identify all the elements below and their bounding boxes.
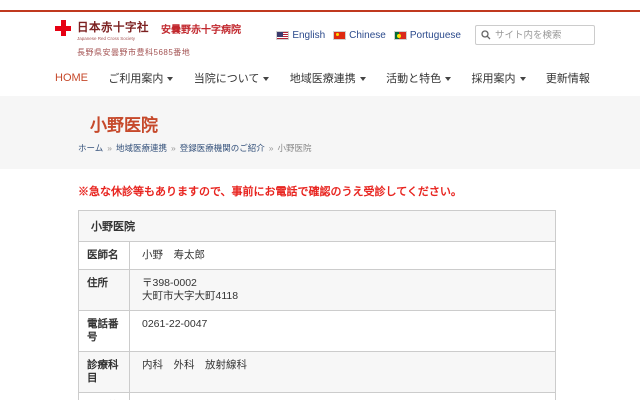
- breadcrumb-link-registered-clinics[interactable]: 登録医療機関のご紹介: [180, 143, 265, 153]
- table-row: 診療科目 内科 外科 放射線科: [79, 352, 556, 393]
- top-strip: [0, 0, 640, 10]
- language-label: Chinese: [349, 30, 386, 41]
- chevron-down-icon: [263, 77, 269, 81]
- clinic-table-title: 小野医院: [79, 211, 556, 242]
- breadcrumb-current: 小野医院: [277, 143, 311, 153]
- main-nav: HOME ご利用案内 当院について 地域医療連携 活動と特色 採用案内 更新情報: [0, 62, 640, 96]
- street-address: 大町市大字大町4118: [142, 290, 543, 303]
- hospital-name: 安曇野赤十字病院: [161, 21, 241, 36]
- nav-label: 活動と特色: [386, 70, 441, 86]
- postal-code: 〒398-0002: [142, 277, 543, 290]
- table-row: 小野医院: [79, 211, 556, 242]
- china-flag-icon: [333, 31, 346, 40]
- row-label-weekly-schedule: 週間診療表: [79, 393, 130, 400]
- row-value-address: 〒398-0002 大町市大字大町4118: [130, 270, 556, 311]
- chevron-down-icon: [445, 77, 451, 81]
- breadcrumb: ホーム»地域医療連携»登録医療機関のご紹介»小野医院: [78, 142, 640, 154]
- row-label-departments: 診療科目: [79, 352, 130, 393]
- row-value-departments: 内科 外科 放射線科: [130, 352, 556, 393]
- nav-label: 当院について: [194, 70, 260, 86]
- main-content: ※急な休診等もありますので、事前にお電話で確認のうえ受診してください。 小野医院…: [0, 169, 640, 400]
- weekly-schedule-cell: 月 火 水 木 金 土: [130, 393, 556, 400]
- chevron-down-icon: [520, 77, 526, 81]
- nav-item-recruit[interactable]: 採用案内: [472, 70, 526, 86]
- row-value-doctor: 小野 寿太郎: [130, 242, 556, 270]
- table-row: 週間診療表 月 火 水 木 金 土: [79, 393, 556, 400]
- language-link-chinese[interactable]: Chinese: [333, 30, 386, 41]
- table-row: 住所 〒398-0002 大町市大字大町4118: [79, 270, 556, 311]
- breadcrumb-separator: »: [107, 143, 112, 153]
- hospital-address: 長野県安曇野市豊科5685番地: [77, 47, 241, 58]
- row-label-phone: 電話番号: [79, 311, 130, 352]
- org-name: 日本赤十字社: [77, 19, 149, 35]
- search-input[interactable]: [495, 30, 589, 41]
- nav-item-about[interactable]: 当院について: [194, 70, 270, 86]
- table-row: 電話番号 0261-22-0047: [79, 311, 556, 352]
- nav-item-activities[interactable]: 活動と特色: [386, 70, 451, 86]
- red-cross-logo-icon: [55, 20, 71, 36]
- breadcrumb-link-home[interactable]: ホーム: [78, 143, 103, 153]
- site-header: 日本赤十字社 Japanese Red Cross Society 安曇野赤十字…: [0, 12, 640, 62]
- site-search: [475, 25, 595, 45]
- nav-item-updates[interactable]: 更新情報: [546, 70, 590, 86]
- language-label: English: [292, 30, 325, 41]
- nav-item-home[interactable]: HOME: [55, 72, 88, 84]
- nav-label: ご利用案内: [108, 70, 163, 86]
- page-title-band: 小野医院 ホーム»地域医療連携»登録医療機関のご紹介»小野医院: [0, 96, 640, 169]
- breadcrumb-link-regional[interactable]: 地域医療連携: [116, 143, 167, 153]
- nav-item-regional-medical[interactable]: 地域医療連携: [290, 70, 366, 86]
- chevron-down-icon: [167, 77, 173, 81]
- nav-label: 更新情報: [546, 70, 590, 86]
- notice-text: ※急な休診等もありますので、事前にお電話で確認のうえ受診してください。: [78, 183, 640, 199]
- language-label: Portuguese: [410, 30, 461, 41]
- search-icon: [481, 30, 491, 40]
- nav-label: 採用案内: [472, 70, 516, 86]
- breadcrumb-separator: »: [269, 143, 274, 153]
- site-logo[interactable]: 日本赤十字社 Japanese Red Cross Society 安曇野赤十字…: [55, 19, 241, 58]
- row-value-phone: 0261-22-0047: [130, 311, 556, 352]
- nav-item-guide[interactable]: ご利用案内: [108, 70, 173, 86]
- row-label-doctor: 医師名: [79, 242, 130, 270]
- table-row: 医師名 小野 寿太郎: [79, 242, 556, 270]
- language-links: English Chinese Portuguese: [276, 30, 461, 41]
- page-title: 小野医院: [90, 111, 640, 136]
- clinic-info-table: 小野医院 医師名 小野 寿太郎 住所 〒398-0002 大町市大字大町4118…: [78, 210, 556, 400]
- language-link-english[interactable]: English: [276, 30, 325, 41]
- us-flag-icon: [276, 31, 289, 40]
- portugal-flag-icon: [394, 31, 407, 40]
- nav-label: HOME: [55, 72, 88, 84]
- row-label-address: 住所: [79, 270, 130, 311]
- chevron-down-icon: [360, 77, 366, 81]
- language-link-portuguese[interactable]: Portuguese: [394, 30, 461, 41]
- nav-label: 地域医療連携: [290, 70, 356, 86]
- breadcrumb-separator: »: [171, 143, 176, 153]
- org-name-en: Japanese Red Cross Society: [77, 36, 149, 41]
